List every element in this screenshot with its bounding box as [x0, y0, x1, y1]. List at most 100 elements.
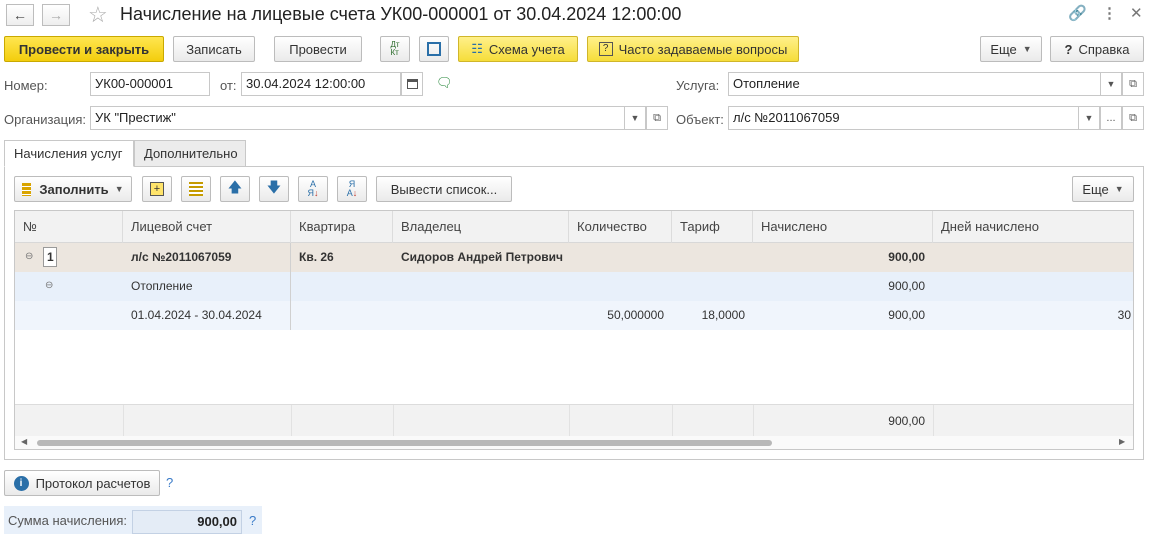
calendar-icon	[406, 79, 418, 89]
protocol-help-link[interactable]: ?	[166, 475, 173, 490]
more-actions-icon[interactable]: ⋮	[1102, 4, 1117, 22]
collapse-icon[interactable]: ⊖	[25, 251, 33, 262]
calendar-button[interactable]	[401, 72, 423, 96]
footer-divider	[933, 405, 934, 437]
number-field[interactable]: УК00-000001	[90, 72, 210, 96]
comment-icon[interactable]: 🗨	[436, 75, 453, 91]
footer-divider	[393, 405, 394, 437]
collapse-icon[interactable]: ⊖	[45, 280, 53, 291]
sum-help-link[interactable]: ?	[249, 513, 256, 528]
move-down-button[interactable]: 🡇	[259, 176, 289, 202]
service-dropdown[interactable]: ▼	[1100, 72, 1122, 96]
dt-kt-icon: Дт Кт	[390, 40, 400, 57]
scrollbar-thumb[interactable]	[37, 440, 772, 446]
table-row[interactable]: ⊖ 1 л/с №2011067059 Кв. 26 Сидоров Андре…	[15, 243, 1133, 272]
save-button[interactable]: Записать	[173, 36, 255, 62]
help-icon: ?	[1064, 41, 1073, 57]
output-list-button[interactable]: Вывести список...	[376, 176, 512, 202]
organization-field[interactable]: УК "Престиж"	[90, 106, 646, 130]
footer-divider	[123, 405, 124, 437]
more-button[interactable]: Еще ▼	[980, 36, 1042, 62]
arrow-right-icon: →	[49, 7, 63, 23]
horizontal-scrollbar[interactable]: ◀ ▶	[15, 436, 1133, 449]
sort-ascending-icon: А Я↓	[307, 179, 319, 198]
cell-tariff: 18,0000	[701, 308, 745, 322]
object-dropdown[interactable]: ▼	[1078, 106, 1100, 130]
page-title: Начисление на лицевые счета УК00-000001 …	[120, 4, 682, 24]
service-label: Услуга:	[676, 78, 720, 93]
info-icon: i	[13, 475, 29, 491]
back-button[interactable]: ←	[6, 4, 34, 26]
structure-button[interactable]	[419, 36, 449, 62]
header-days[interactable]: Дней начислено	[933, 211, 1133, 243]
chevron-down-icon: ▼	[1114, 184, 1124, 194]
service-open-button[interactable]: ⧉	[1122, 72, 1144, 96]
chevron-down-icon: ▼	[1084, 113, 1094, 123]
scroll-left-icon[interactable]: ◀	[21, 437, 27, 446]
row-number: 1	[43, 247, 57, 267]
sort-asc-button[interactable]: А Я↓	[298, 176, 328, 202]
header-account[interactable]: Лицевой счет	[123, 211, 291, 243]
scroll-right-icon[interactable]: ▶	[1119, 437, 1125, 446]
table-row[interactable]: 01.04.2024 - 30.04.2024 50,000000 18,000…	[15, 301, 1133, 330]
faq-button[interactable]: ? Часто задаваемые вопросы	[587, 36, 799, 62]
cell-account: л/с №2011067059	[131, 250, 232, 264]
document-structure-icon	[427, 42, 441, 56]
link-icon[interactable]: 🔗	[1068, 4, 1087, 22]
post-and-close-button[interactable]: Провести и закрыть	[4, 36, 164, 62]
footer-total: 900,00	[888, 414, 925, 428]
organization-dropdown[interactable]: ▼	[624, 106, 646, 130]
header-quantity[interactable]: Количество	[569, 211, 672, 243]
protocol-button[interactable]: i Протокол расчетов	[4, 470, 160, 496]
date-label: от:	[220, 78, 237, 93]
service-field[interactable]: Отопление	[728, 72, 1122, 96]
sort-descending-icon: Я А↓	[346, 179, 358, 198]
footer-divider	[569, 405, 570, 437]
header-owner[interactable]: Владелец	[393, 211, 569, 243]
tab-additional[interactable]: Дополнительно	[134, 140, 246, 167]
chevron-down-icon: ▼	[1022, 44, 1032, 54]
ellipsis-icon: ...	[1106, 112, 1116, 124]
add-group-icon	[189, 182, 203, 196]
footer-divider	[672, 405, 673, 437]
open-icon: ⧉	[1129, 77, 1137, 90]
date-field[interactable]: 30.04.2024 12:00:00	[241, 72, 401, 96]
cell-period: 01.04.2024 - 30.04.2024	[131, 308, 262, 322]
object-field[interactable]: л/с №2011067059	[728, 106, 1122, 130]
header-flat[interactable]: Квартира	[291, 211, 393, 243]
organization-open-button[interactable]: ⧉	[646, 106, 668, 130]
add-group-button[interactable]	[181, 176, 211, 202]
accruals-table[interactable]: № Лицевой счет Квартира Владелец Количес…	[14, 210, 1134, 450]
post-button[interactable]: Провести	[274, 36, 362, 62]
forward-button[interactable]: →	[42, 4, 70, 26]
cell-owner: Сидоров Андрей Петрович	[401, 250, 564, 264]
arrow-down-icon: 🡇	[266, 179, 282, 195]
table-row[interactable]: ⊖ Отопление 900,00	[15, 272, 1133, 301]
help-button[interactable]: ? Справка	[1050, 36, 1144, 62]
close-icon[interactable]: ✕	[1130, 4, 1143, 22]
header-accrued[interactable]: Начислено	[753, 211, 933, 243]
object-select-button[interactable]: ...	[1100, 106, 1122, 130]
header-tariff[interactable]: Тариф	[672, 211, 753, 243]
favorite-star-icon[interactable]: ☆	[88, 2, 108, 28]
scheme-button[interactable]: ☷ Схема учета	[458, 36, 578, 62]
chevron-down-icon: ▼	[1106, 79, 1116, 89]
fill-button[interactable]: Заполнить ▼	[14, 176, 132, 202]
table-footer: 900,00	[15, 404, 1133, 437]
move-up-button[interactable]: 🡅	[220, 176, 250, 202]
column-divider	[290, 243, 291, 330]
question-icon: ?	[598, 42, 613, 56]
arrow-up-icon: 🡅	[227, 179, 243, 195]
object-open-button[interactable]: ⧉	[1122, 106, 1144, 130]
table-more-button[interactable]: Еще ▼	[1072, 176, 1134, 202]
dt-kt-button[interactable]: Дт Кт	[380, 36, 410, 62]
cell-days: 30	[1117, 308, 1131, 322]
arrow-left-icon: ←	[13, 7, 27, 23]
cell-quantity: 50,000000	[607, 308, 664, 322]
tab-services[interactable]: Начисления услуг	[4, 140, 134, 167]
cell-service: Отопление	[131, 279, 193, 293]
sort-desc-button[interactable]: Я А↓	[337, 176, 367, 202]
footer-divider	[291, 405, 292, 437]
add-row-button[interactable]: +	[142, 176, 172, 202]
header-num[interactable]: №	[15, 211, 123, 243]
